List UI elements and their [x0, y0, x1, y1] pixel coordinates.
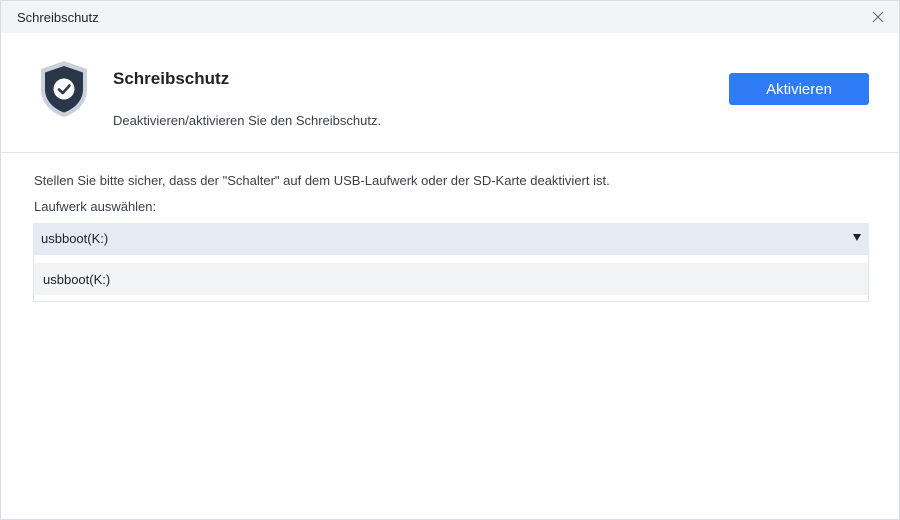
window-title: Schreibschutz [17, 10, 99, 25]
drive-select-label: Laufwerk auswählen: [34, 199, 157, 214]
activate-button[interactable]: Aktivieren [729, 73, 869, 105]
info-text: Stellen Sie bitte sicher, dass der "Scha… [34, 173, 610, 188]
dropdown-arrow-icon [853, 234, 861, 241]
drive-option-label: usbboot(K:) [43, 272, 111, 287]
header-subtitle: Deaktivieren/aktivieren Sie den Schreibs… [113, 113, 382, 128]
dialog-header: Schreibschutz Deaktivieren/aktivieren Si… [1, 33, 899, 153]
header-title: Schreibschutz [113, 69, 230, 88]
drive-dropdown-list: usbboot(K:) [33, 255, 869, 302]
title-bar: Schreibschutz [1, 1, 899, 33]
close-icon [872, 11, 884, 23]
drive-select-value: usbboot(K:) [41, 231, 109, 246]
close-button[interactable] [867, 6, 889, 28]
drive-select[interactable]: usbboot(K:) [33, 223, 869, 255]
dialog-window: Schreibschutz Schreibschutz Deaktivieren… [0, 0, 900, 520]
shield-check-icon [41, 61, 87, 117]
drive-option[interactable]: usbboot(K:) [34, 263, 868, 295]
